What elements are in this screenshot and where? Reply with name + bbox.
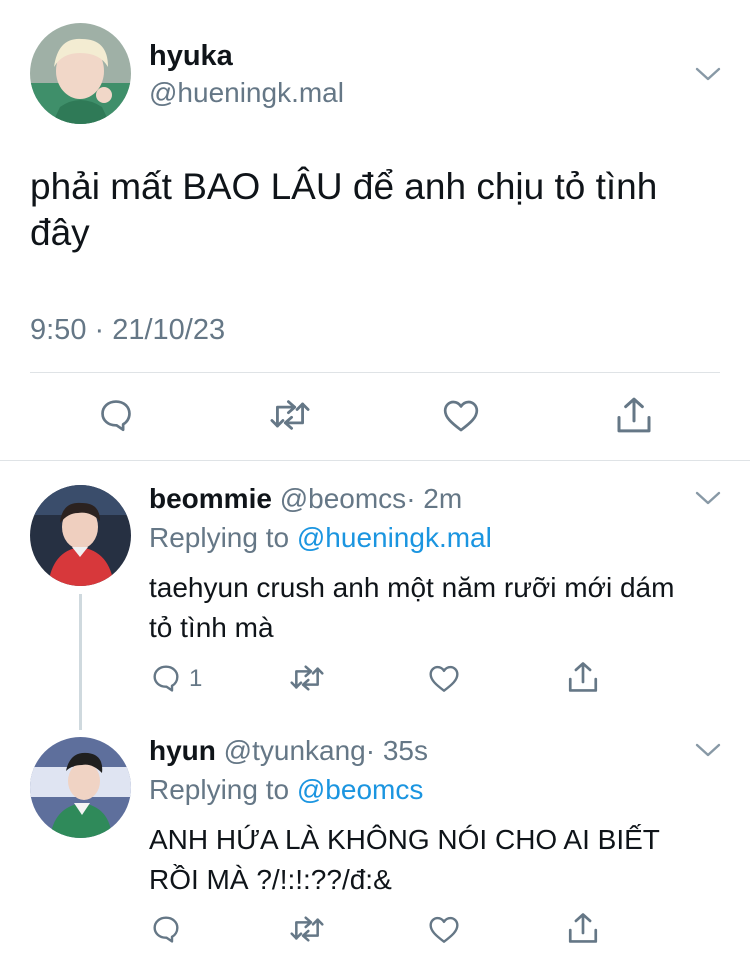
display-name[interactable]: beommie	[149, 483, 272, 514]
retweet-icon[interactable]	[288, 662, 326, 694]
tweet-text-line: đây	[30, 212, 90, 253]
reply-icon[interactable]	[150, 913, 182, 945]
handle[interactable]: @beomcs	[280, 483, 406, 514]
replying-to-link[interactable]: @beomcs	[297, 774, 423, 805]
reply-count: 1	[189, 665, 203, 692]
handle[interactable]: @tyunkang	[224, 735, 366, 766]
chevron-down-icon[interactable]	[694, 64, 722, 84]
reply-icon[interactable]	[150, 662, 182, 694]
replying-to: Replying to @beomcs	[149, 774, 423, 806]
timestamp[interactable]: 9:50 · 21/10/23	[30, 314, 225, 347]
reply-text: ANH HỨA LÀ KHÔNG NÓI CHO AI BIẾT RỒI MÀ …	[149, 820, 660, 900]
chevron-down-icon[interactable]	[694, 740, 722, 760]
replying-to-link[interactable]: @hueningk.mal	[297, 522, 492, 553]
handle[interactable]: @hueningk.mal	[149, 77, 344, 109]
reply-text-line: taehyun crush anh một năm rưỡi mới dám	[149, 572, 675, 603]
avatar[interactable]	[30, 23, 131, 124]
replying-to-label: Replying to	[149, 774, 290, 805]
tweet-text-line: phải mất BAO LÂU để anh chịu tỏ tình	[30, 166, 658, 207]
replying-to-label: Replying to	[149, 522, 290, 553]
tweet-text: phải mất BAO LÂU để anh chịu tỏ tình đây	[30, 164, 657, 256]
reply-text-line: RỒI MÀ ?/!:!:??/đ:&	[149, 864, 392, 895]
replying-to: Replying to @hueningk.mal	[149, 522, 492, 554]
like-icon[interactable]	[428, 663, 460, 693]
retweet-icon[interactable]	[288, 913, 326, 945]
avatar[interactable]	[30, 737, 131, 838]
share-icon[interactable]	[566, 659, 600, 695]
retweet-icon[interactable]	[268, 396, 312, 434]
divider	[0, 460, 750, 461]
reply-time[interactable]: · 35s	[366, 735, 428, 766]
reply-text-line: ANH HỨA LÀ KHÔNG NÓI CHO AI BIẾT	[149, 824, 660, 855]
share-icon[interactable]	[566, 910, 600, 946]
share-icon[interactable]	[614, 394, 654, 436]
display-name[interactable]: hyun	[149, 735, 216, 766]
chevron-down-icon[interactable]	[694, 488, 722, 508]
like-icon[interactable]	[442, 397, 480, 433]
reply-icon[interactable]	[97, 396, 135, 434]
display-name[interactable]: hyuka	[149, 40, 233, 73]
like-icon[interactable]	[428, 914, 460, 944]
reply-header: hyun @tyunkang· 35s	[149, 735, 428, 767]
divider	[30, 372, 720, 373]
reply-text: taehyun crush anh một năm rưỡi mới dám t…	[149, 568, 674, 648]
reply-text-line: tỏ tình mà	[149, 612, 274, 643]
reply-time[interactable]: · 2m	[406, 483, 462, 514]
avatar[interactable]	[30, 485, 131, 586]
thread-line	[79, 594, 82, 730]
reply-header: beommie @beomcs· 2m	[149, 483, 462, 515]
